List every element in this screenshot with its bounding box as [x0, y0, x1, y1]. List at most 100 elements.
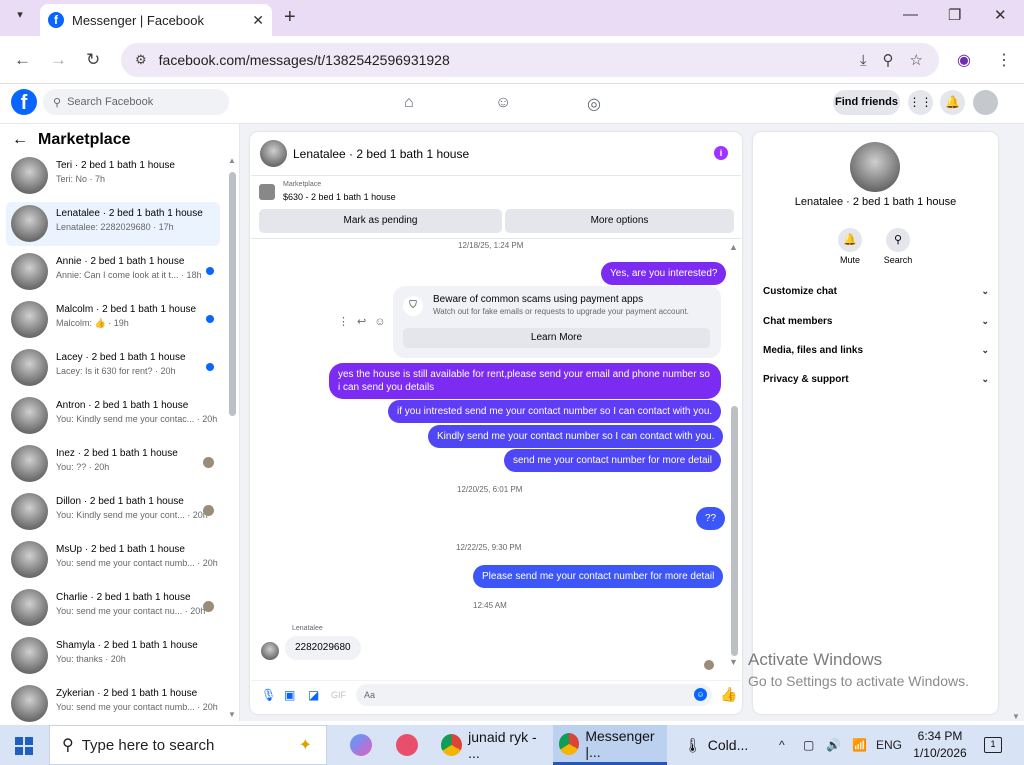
copilot-app-icon[interactable] [350, 725, 378, 765]
tray-overflow-icon[interactable]: ^ [779, 738, 785, 752]
chat-header[interactable]: Lenatalee · 2 bed 1 bath 1 house [260, 140, 469, 167]
snipping-tool-icon[interactable] [396, 725, 424, 765]
taskbar-chrome-junaid[interactable]: junaid ryk - ... [437, 725, 549, 765]
unread-dot [206, 267, 214, 275]
info-icon[interactable]: i [714, 146, 728, 160]
emoji-icon[interactable]: ☺ [694, 688, 707, 701]
conversation-item[interactable]: Shamyla · 2 bed 1 bath 1 house You: thank… [6, 634, 220, 678]
photo-icon[interactable]: ▣ [284, 688, 295, 702]
close-window-icon[interactable]: ✕ [994, 6, 1007, 24]
new-tab-icon[interactable]: + [284, 6, 296, 29]
conversation-item[interactable]: MsUp · 2 bed 1 bath 1 house You: send me … [6, 538, 220, 582]
reload-icon[interactable]: ↻ [86, 50, 100, 70]
notification-center-icon[interactable]: 1 [984, 737, 1002, 753]
message-input[interactable]: Aa [356, 684, 712, 706]
close-tab-icon[interactable]: ✕ [252, 12, 264, 29]
react-emoji-icon[interactable]: ☺ [374, 316, 393, 328]
language-indicator[interactable]: ENG [876, 738, 902, 752]
chat-members-row[interactable]: Chat members ⌄ [763, 316, 989, 327]
sent-message[interactable]: Please send me your contact number for m… [473, 565, 724, 588]
media-files-links-row[interactable]: Media, files and links ⌄ [763, 345, 989, 356]
find-friends-button[interactable]: Find friends [833, 90, 900, 115]
menu-dots-icon[interactable]: ⋮ [996, 50, 1012, 70]
forward-icon[interactable]: → [50, 50, 67, 70]
account-avatar[interactable] [973, 90, 998, 115]
notifications-bell-icon[interactable]: 🔔 [940, 90, 965, 115]
weather-widget[interactable]: 🌡 Cold... [684, 725, 748, 765]
chat-scrollbar[interactable] [731, 406, 738, 656]
sent-message[interactable]: Kindly send me your contact number so I … [428, 425, 724, 448]
meet-icon[interactable]: ▢ [803, 738, 814, 752]
windows-start-icon[interactable] [15, 737, 33, 755]
conversation-item[interactable]: Teri · 2 bed 1 bath 1 house Teri: No · 7h [6, 154, 220, 198]
more-options-button[interactable]: More options [505, 209, 734, 233]
back-icon[interactable]: ← [14, 50, 31, 70]
sent-message[interactable]: send me your contact number for more det… [504, 449, 721, 472]
conversation-item[interactable]: Antron · 2 bed 1 bath 1 house You: Kindly… [6, 394, 220, 438]
chat-scroll-up-icon[interactable]: ▲ [729, 242, 738, 252]
tab-search-chevron-icon[interactable]: ▾ [10, 8, 30, 28]
conversation-item[interactable]: Zykerian · 2 bed 1 bath 1 house You: send… [6, 682, 220, 726]
conversation-preview: Lenatalee: 2282029680 · 17h [56, 222, 174, 232]
mark-as-pending-button[interactable]: Mark as pending [259, 209, 502, 233]
chevron-down-icon: ⌄ [981, 345, 989, 355]
reply-icon[interactable]: ↩ [357, 316, 374, 328]
sent-message[interactable]: if you intrested send me your contact nu… [388, 400, 722, 423]
sent-message[interactable]: Yes, are you interested? [601, 262, 727, 285]
site-info-icon[interactable]: ⚙ [135, 52, 147, 68]
chat-title[interactable]: Lenatalee · 2 bed 1 bath 1 house [293, 147, 469, 161]
sticker-icon[interactable]: ◪ [308, 688, 319, 702]
page-scroll-down-icon[interactable]: ▼ [1012, 712, 1020, 721]
taskbar-chrome-messenger[interactable]: Messenger |... [553, 725, 667, 765]
sent-message[interactable]: ?? [696, 507, 726, 530]
address-bar[interactable]: ⚙ facebook.com/messages/t/13825425969319… [121, 43, 939, 77]
taskbar-clock[interactable]: 6:34 PM 1/10/2026 [912, 728, 968, 762]
seen-avatar [203, 505, 214, 516]
chat-scroll-down-icon[interactable]: ▼ [729, 657, 738, 667]
privacy-support-row[interactable]: Privacy & support ⌄ [763, 374, 989, 385]
friends-icon[interactable]: ☺ [495, 94, 511, 112]
home-icon[interactable]: ⌂ [404, 94, 414, 112]
url-text[interactable]: facebook.com/messages/t/1382542596931928 [159, 52, 860, 68]
bookmark-star-icon[interactable]: ☆ [910, 51, 923, 69]
conversation-item[interactable]: Lacey · 2 bed 1 bath 1 house Lacey: Is it… [6, 346, 220, 390]
gif-icon[interactable]: GIF [331, 690, 346, 700]
volume-icon[interactable]: 🔊 [826, 738, 841, 752]
list-scrollbar[interactable] [229, 172, 236, 416]
more-icon[interactable]: ⋮ [338, 316, 357, 328]
listing-price[interactable]: $630 - 2 bed 1 bath 1 house [283, 192, 396, 202]
facebook-search-input[interactable]: ⚲ Search Facebook [43, 89, 229, 115]
microphone-icon[interactable]: 🎙 [261, 688, 276, 702]
conversation-item[interactable]: Lenatalee · 2 bed 1 bath 1 house Lenatale… [6, 202, 220, 246]
menu-grid-icon[interactable]: ⋮⋮ [908, 90, 933, 115]
sent-message[interactable]: yes the house is still available for ren… [329, 363, 721, 399]
install-app-icon[interactable]: ⤓ [860, 52, 867, 69]
search-icon[interactable]: ⚲ [886, 228, 910, 252]
conversation-item[interactable]: Dillon · 2 bed 1 bath 1 house You: Kindly… [6, 490, 220, 534]
list-scroll-down-icon[interactable]: ▼ [228, 710, 236, 719]
conversation-item[interactable]: Malcolm · 2 bed 1 bath 1 house Malcolm: 👍… [6, 298, 220, 342]
contact-avatar[interactable] [850, 142, 900, 192]
list-scroll-up-icon[interactable]: ▲ [228, 156, 236, 165]
facebook-logo-icon[interactable]: f [11, 89, 37, 115]
conversation-item[interactable]: Charlie · 2 bed 1 bath 1 house You: send … [6, 586, 220, 630]
minimize-icon[interactable]: — [903, 6, 918, 23]
groups-icon[interactable]: ◎ [587, 94, 601, 114]
customize-chat-row[interactable]: Customize chat ⌄ [763, 286, 989, 297]
learn-more-button[interactable]: Learn More [403, 328, 710, 348]
back-arrow-icon[interactable]: ← [12, 131, 28, 149]
thumbs-up-icon[interactable]: 👍 [720, 686, 737, 703]
mute-bell-icon[interactable]: 🔔 [838, 228, 862, 252]
restore-icon[interactable]: ❐ [948, 6, 961, 24]
chat-avatar[interactable] [260, 140, 287, 167]
conversation-item[interactable]: Annie · 2 bed 1 bath 1 house Annie: Can I… [6, 250, 220, 294]
listing-thumbnail[interactable] [259, 184, 275, 200]
received-message[interactable]: 2282029680 [285, 636, 361, 660]
conversation-item[interactable]: Inez · 2 bed 1 bath 1 house You: ?? · 20h [6, 442, 220, 486]
profile-icon[interactable]: ◉ [957, 50, 971, 70]
taskbar-search-box[interactable]: ⚲ Type here to search ✦ [49, 725, 327, 765]
zoom-icon[interactable]: ⚲ [883, 51, 894, 69]
network-icon[interactable]: 📶 [852, 738, 867, 752]
browser-tab-messenger[interactable]: f Messenger | Facebook ✕ [40, 4, 272, 36]
sender-avatar[interactable] [261, 642, 279, 660]
